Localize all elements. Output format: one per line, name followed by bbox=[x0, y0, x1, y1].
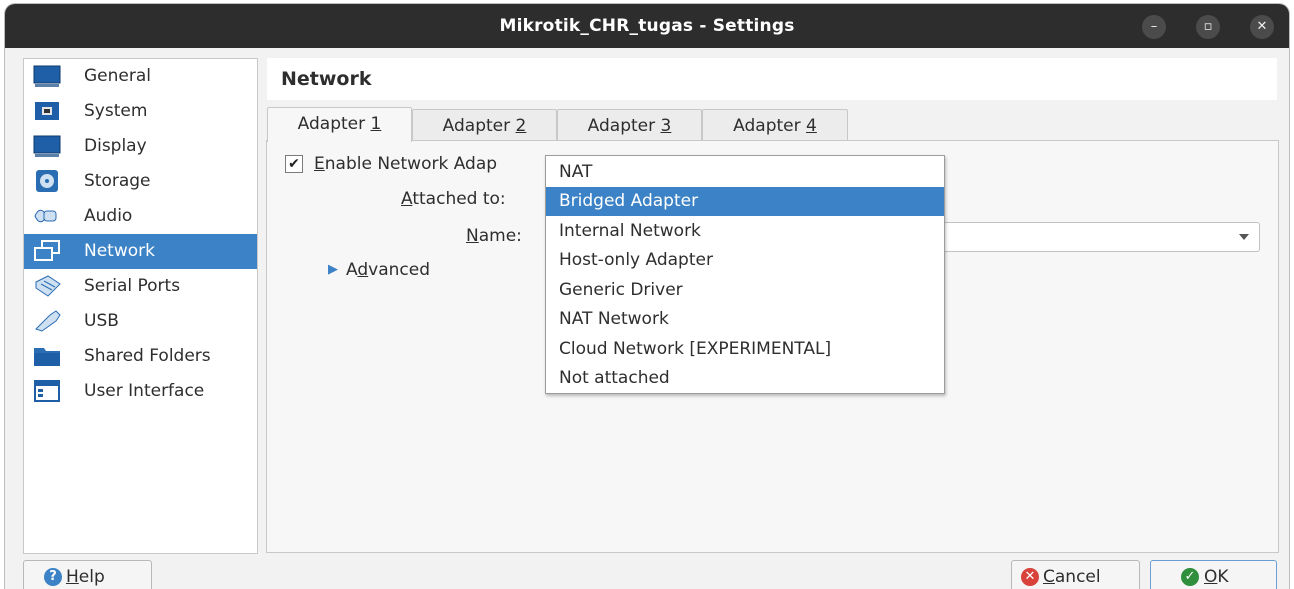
serial-ports-icon bbox=[35, 275, 61, 297]
sidebar-item-shared-folders[interactable]: Shared Folders bbox=[24, 339, 257, 374]
attached-to-dropdown[interactable]: NAT Bridged Adapter Internal Network Hos… bbox=[545, 155, 945, 394]
dropdown-option-nat[interactable]: NAT bbox=[546, 158, 944, 187]
enable-adapter-checkbox[interactable]: ✔ bbox=[285, 155, 303, 173]
sidebar-item-label: Serial Ports bbox=[84, 276, 181, 296]
audio-icon bbox=[34, 209, 57, 223]
storage-icon bbox=[36, 170, 58, 192]
system-icon bbox=[35, 102, 59, 120]
help-icon: ? bbox=[44, 568, 62, 586]
sidebar-item-label: Storage bbox=[84, 171, 151, 191]
maximize-button[interactable]: ▫ bbox=[1196, 15, 1220, 39]
sidebar-item-label: Display bbox=[84, 136, 147, 156]
sidebar-item-label: General bbox=[84, 66, 151, 86]
dropdown-option-generic-driver[interactable]: Generic Driver bbox=[546, 276, 944, 305]
settings-sidebar: General System Display Storage Audio Net… bbox=[23, 58, 258, 554]
shared-folders-icon bbox=[34, 348, 60, 366]
sidebar-item-audio[interactable]: Audio bbox=[24, 199, 257, 234]
settings-window: Mikrotik_CHR_tugas - Settings – ▫ ✕ Gene… bbox=[5, 4, 1289, 589]
sidebar-item-usb[interactable]: USB bbox=[24, 304, 257, 339]
window-title: Mikrotik_CHR_tugas - Settings bbox=[499, 16, 795, 36]
usb-icon bbox=[35, 310, 61, 332]
tab-adapter-4[interactable]: Adapter 4 bbox=[702, 109, 848, 142]
sidebar-item-system[interactable]: System bbox=[24, 94, 257, 129]
tab-adapter-1[interactable]: Adapter 1 bbox=[267, 107, 412, 142]
advanced-toggle[interactable]: ▶ Advanced bbox=[328, 260, 430, 280]
user-interface-icon bbox=[34, 380, 60, 402]
attached-to-label: Attached to: bbox=[401, 189, 506, 209]
sidebar-item-display[interactable]: Display bbox=[24, 129, 257, 164]
sidebar-item-storage[interactable]: Storage bbox=[24, 164, 257, 199]
dropdown-option-bridged-adapter[interactable]: Bridged Adapter bbox=[546, 187, 944, 216]
sidebar-item-label: User Interface bbox=[84, 381, 205, 401]
sidebar-item-network[interactable]: Network bbox=[24, 234, 257, 269]
name-label: Name: bbox=[466, 226, 522, 246]
dropdown-option-nat-network[interactable]: NAT Network bbox=[546, 305, 944, 334]
tab-adapter-3[interactable]: Adapter 3 bbox=[557, 109, 702, 142]
sidebar-item-general[interactable]: General bbox=[24, 59, 257, 94]
sidebar-item-label: Shared Folders bbox=[84, 346, 211, 366]
page-title: Network bbox=[281, 68, 372, 90]
general-icon bbox=[33, 65, 61, 87]
display-icon bbox=[33, 135, 61, 157]
ok-check-icon: ✓ bbox=[1181, 568, 1199, 586]
enable-adapter-label[interactable]: Enable Network Adap bbox=[314, 154, 497, 174]
tab-adapter-2[interactable]: Adapter 2 bbox=[412, 109, 557, 142]
network-icon bbox=[34, 240, 60, 261]
ok-button[interactable]: ✓ OK bbox=[1150, 560, 1277, 589]
sidebar-item-user-interface[interactable]: User Interface bbox=[24, 374, 257, 409]
page-header: Network bbox=[267, 58, 1277, 100]
dropdown-option-not-attached[interactable]: Not attached bbox=[546, 364, 944, 393]
dropdown-option-internal-network[interactable]: Internal Network bbox=[546, 217, 944, 246]
dropdown-option-host-only-adapter[interactable]: Host-only Adapter bbox=[546, 246, 944, 275]
expand-triangle-icon: ▶ bbox=[328, 262, 338, 277]
sidebar-item-label: Audio bbox=[84, 206, 133, 226]
dropdown-option-cloud-network[interactable]: Cloud Network [EXPERIMENTAL] bbox=[546, 335, 944, 364]
title-bar[interactable]: Mikrotik_CHR_tugas - Settings – ▫ ✕ bbox=[5, 4, 1289, 48]
cancel-icon: ✕ bbox=[1021, 568, 1039, 586]
chevron-down-icon[interactable] bbox=[1239, 234, 1249, 240]
minimize-button[interactable]: – bbox=[1142, 15, 1166, 39]
sidebar-item-label: USB bbox=[84, 311, 119, 331]
name-combobox[interactable] bbox=[905, 222, 1260, 252]
help-button[interactable]: ? Help bbox=[23, 560, 152, 589]
sidebar-item-serial-ports[interactable]: Serial Ports bbox=[24, 269, 257, 304]
cancel-button[interactable]: ✕ Cancel bbox=[1011, 560, 1140, 589]
sidebar-item-label: Network bbox=[84, 241, 155, 261]
sidebar-item-label: System bbox=[84, 101, 148, 121]
close-button[interactable]: ✕ bbox=[1250, 15, 1274, 39]
